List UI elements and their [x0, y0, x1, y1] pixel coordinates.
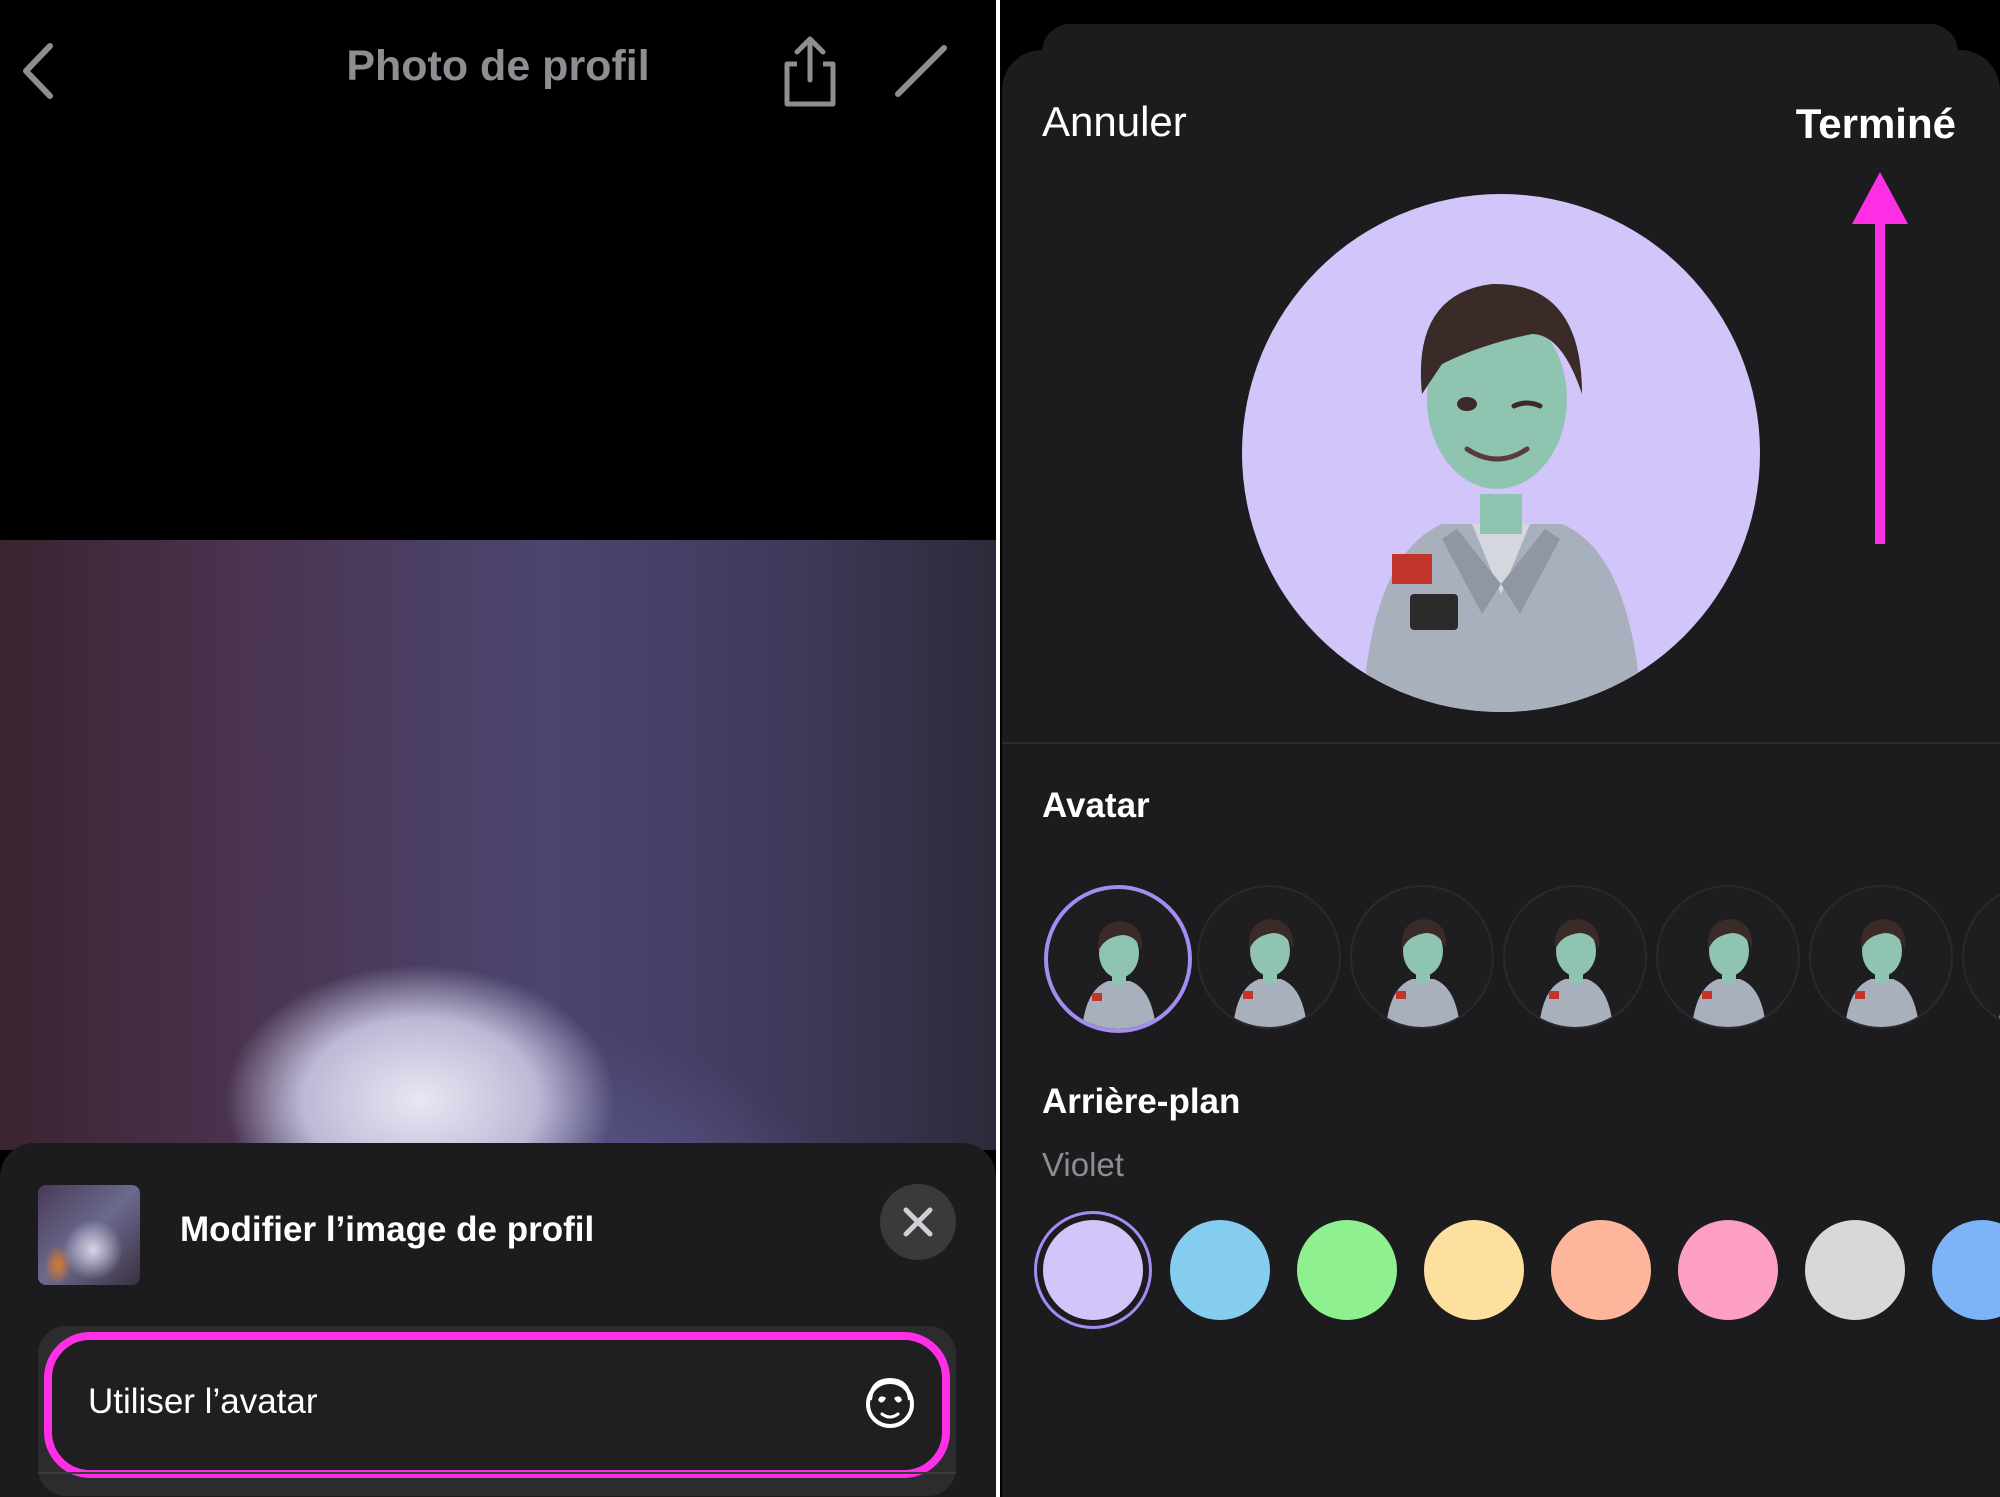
cancel-button[interactable]: Annuler [1042, 98, 1187, 146]
avatar-pose-figure [1539, 919, 1613, 1027]
avatar-pose-1[interactable] [1044, 885, 1192, 1033]
avatar-pose-figure [1386, 919, 1460, 1027]
avatar-pose-5[interactable] [1656, 885, 1800, 1029]
done-button[interactable]: Terminé [1796, 100, 1956, 148]
avatar-pose-figure [1692, 919, 1766, 1027]
avatar-pose-4[interactable] [1503, 885, 1647, 1029]
use-avatar-label: Utiliser l’avatar [88, 1382, 318, 1421]
background-selected-name: Violet [1042, 1146, 1124, 1183]
background-swatch-5[interactable] [1551, 1220, 1651, 1320]
close-icon [903, 1207, 933, 1237]
left-screen: Photo de profil Modifier l’image de prof… [0, 0, 996, 1497]
avatar-pose-3[interactable] [1350, 885, 1494, 1029]
avatar-pose-2[interactable] [1197, 885, 1341, 1029]
edit-button[interactable] [890, 40, 952, 102]
avatar-figure [1362, 283, 1642, 712]
arrow-up-annotation [1852, 172, 1908, 544]
avatar-pose-7[interactable] [1962, 885, 2000, 1029]
background-swatch-1[interactable] [1043, 1220, 1143, 1320]
row-divider [38, 1472, 956, 1474]
close-button[interactable] [880, 1184, 956, 1260]
page-title: Photo de profil [346, 42, 650, 90]
avatar-pose-figure [1845, 919, 1919, 1027]
background-swatch-3[interactable] [1297, 1220, 1397, 1320]
avatar-pose-figure [1233, 919, 1307, 1027]
profile-thumbnail [38, 1185, 140, 1285]
background-swatch-2[interactable] [1170, 1220, 1270, 1320]
avatar-face-icon [866, 1377, 914, 1428]
background-swatch-6[interactable] [1678, 1220, 1778, 1320]
section-divider [1002, 742, 2000, 744]
header: Photo de profil [0, 0, 996, 140]
background-swatch-7[interactable] [1805, 1220, 1905, 1320]
background-swatch-4[interactable] [1424, 1220, 1524, 1320]
avatar-heading: Avatar [1042, 786, 1150, 825]
use-avatar-option[interactable]: Utiliser l’avatar [44, 1332, 950, 1478]
sheet-title: Modifier l’image de profil [180, 1210, 595, 1249]
profile-photo [0, 540, 996, 1150]
avatar-pose-figure [1082, 921, 1156, 1029]
avatar-pose-figure [1998, 1014, 2000, 1027]
right-screen: Annuler Terminé Avatar Arrière-plan Viol… [1000, 0, 2000, 1497]
avatar-pose-6[interactable] [1809, 885, 1953, 1029]
share-icon [784, 36, 836, 107]
avatar-preview [1242, 194, 1760, 712]
pencil-icon [895, 45, 947, 97]
background-heading: Arrière-plan [1042, 1082, 1241, 1121]
share-button[interactable] [775, 34, 845, 108]
